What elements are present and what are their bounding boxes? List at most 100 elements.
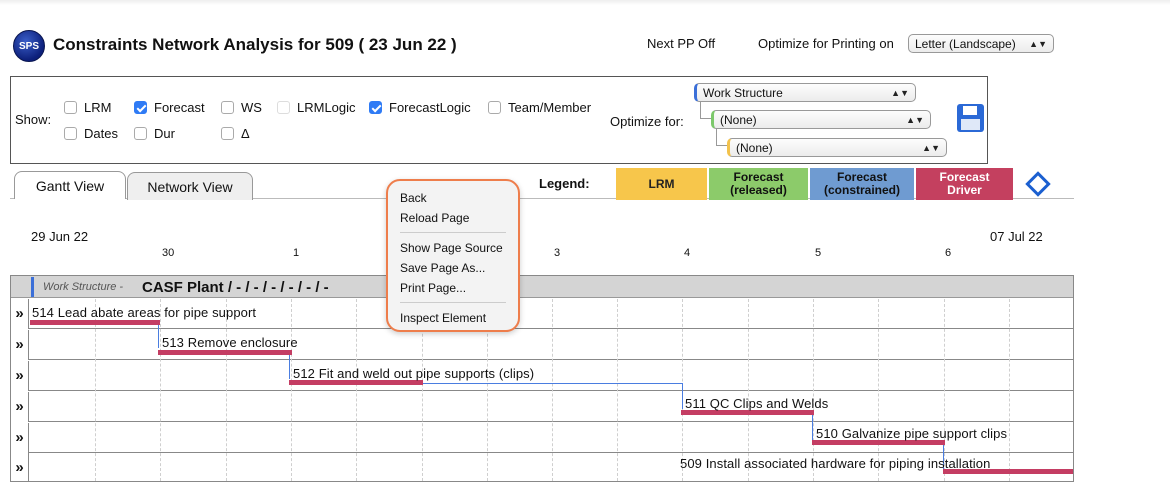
checkbox-icon <box>221 127 234 140</box>
checkbox-checked-icon <box>369 101 382 114</box>
task-row: » <box>11 361 1073 391</box>
dependency-link <box>420 383 682 384</box>
select-arrows-icon: ▲▼ <box>922 142 940 153</box>
expand-icon[interactable]: » <box>11 392 29 422</box>
checkbox-label: Dates <box>84 126 118 141</box>
timeline-start-date: 29 Jun 22 <box>31 229 89 244</box>
next-pp-toggle[interactable]: Next PP Off <box>647 36 715 51</box>
select-arrows-icon: ▲▼ <box>906 114 924 125</box>
task-label: 510 Galvanize pipe support clips <box>816 426 1008 441</box>
checkbox-label: Forecast <box>154 100 205 115</box>
checkbox-label: ForecastLogic <box>389 100 471 115</box>
gridline <box>95 299 96 481</box>
task-bar[interactable] <box>30 320 160 325</box>
dependency-link <box>812 414 813 440</box>
gridline <box>1009 299 1010 481</box>
checkbox-icon <box>134 127 147 140</box>
gridline <box>226 299 227 481</box>
gridline <box>552 299 553 481</box>
checkbox-icon <box>277 101 290 114</box>
day-label: 1 <box>293 247 300 259</box>
task-label: 511 QC Clips and Welds <box>685 396 829 411</box>
gridline <box>291 299 292 481</box>
menu-separator <box>400 232 506 233</box>
expand-icon[interactable]: » <box>11 330 29 360</box>
checkbox-icon <box>64 101 77 114</box>
checkbox-icon <box>221 101 234 114</box>
legend-lrm: LRM <box>616 168 707 200</box>
dependency-link <box>289 355 290 379</box>
gridline <box>748 299 749 481</box>
select-value: Work Structure <box>703 85 783 100</box>
show-forecastlogic-checkbox[interactable]: ForecastLogic <box>369 100 471 115</box>
show-label: Show: <box>15 112 52 127</box>
legend-forecast-driver: Forecast Driver <box>916 168 1013 200</box>
menu-item-print[interactable]: Print Page... <box>388 278 518 298</box>
expand-icon[interactable]: » <box>11 361 29 391</box>
show-lrm-checkbox[interactable]: LRM <box>64 100 111 115</box>
show-ws-checkbox[interactable]: WS <box>221 100 262 115</box>
checkbox-label: Team/Member <box>508 100 592 115</box>
context-menu: Back Reload Page Show Page Source Save P… <box>386 179 520 332</box>
task-label: 514 Lead abate areas for pipe support <box>32 305 257 320</box>
timeline-end-date: 07 Jul 22 <box>990 229 1043 244</box>
optimize-select-secondary[interactable]: (None) ▲▼ <box>711 110 931 129</box>
menu-item-save-page[interactable]: Save Page As... <box>388 258 518 278</box>
page-title: Constraints Network Analysis for 509 ( 2… <box>53 35 457 54</box>
optimize-printing-label: Optimize for Printing on <box>758 36 894 51</box>
show-dates-checkbox[interactable]: Dates <box>64 126 118 141</box>
tab-network-view[interactable]: Network View <box>127 172 253 200</box>
checkbox-icon <box>488 101 501 114</box>
gridline <box>813 299 814 481</box>
task-bar[interactable] <box>158 350 292 355</box>
select-value: (None) <box>720 112 757 127</box>
expand-icon[interactable]: » <box>11 299 29 329</box>
legend-label: Legend: <box>539 176 590 191</box>
print-layout-value: Letter (Landscape) <box>915 36 1016 51</box>
task-label: 512 Fit and weld out pipe supports (clip… <box>293 366 535 381</box>
menu-item-view-source[interactable]: Show Page Source <box>388 238 518 258</box>
gridline <box>356 299 357 481</box>
menu-item-inspect[interactable]: Inspect Element <box>388 308 518 328</box>
show-delta-checkbox[interactable]: Δ <box>221 126 250 141</box>
dependency-link <box>158 324 159 348</box>
task-label: 513 Remove enclosure <box>162 335 298 350</box>
checkbox-label: LRMLogic <box>297 100 356 115</box>
gridline <box>944 299 945 481</box>
show-team-member-checkbox[interactable]: Team/Member <box>488 100 591 115</box>
task-row: » <box>11 392 1073 422</box>
window-top-edge <box>0 0 1170 5</box>
day-label: 5 <box>815 247 822 259</box>
day-label: 6 <box>945 247 952 259</box>
group-name: CASF Plant / - / - / - / - / - / - <box>142 279 329 296</box>
milestone-diamond-icon <box>1025 171 1051 197</box>
gridline <box>160 299 161 481</box>
expand-icon[interactable]: » <box>11 453 29 481</box>
tab-gantt-view[interactable]: Gantt View <box>14 171 126 199</box>
print-layout-select[interactable]: Letter (Landscape) ▲▼ <box>908 34 1054 53</box>
legend-forecast-released: Forecast (released) <box>709 168 808 200</box>
select-arrows-icon: ▲▼ <box>1029 38 1047 49</box>
show-dur-checkbox[interactable]: Dur <box>134 126 175 141</box>
optimize-select-primary[interactable]: Work Structure ▲▼ <box>694 83 916 102</box>
select-arrows-icon: ▲▼ <box>891 87 909 98</box>
legend-forecast-constrained: Forecast (constrained) <box>810 168 914 200</box>
dependency-link <box>682 383 683 409</box>
show-forecast-checkbox[interactable]: Forecast <box>134 100 205 115</box>
expand-icon[interactable]: » <box>11 423 29 453</box>
menu-item-reload[interactable]: Reload Page <box>388 208 518 228</box>
checkbox-checked-icon <box>134 101 147 114</box>
show-lrmlogic-checkbox[interactable]: LRMLogic <box>277 100 356 115</box>
task-label: 509 Install associated hardware for pipi… <box>680 456 991 471</box>
select-value: (None) <box>736 140 773 155</box>
group-accent-bar <box>31 277 34 297</box>
sps-logo: SPS <box>13 30 45 62</box>
gridline <box>617 299 618 481</box>
checkbox-label: Dur <box>154 126 175 141</box>
checkbox-icon <box>64 127 77 140</box>
optimize-select-tertiary[interactable]: (None) ▲▼ <box>727 138 947 157</box>
menu-item-back[interactable]: Back <box>388 188 518 208</box>
day-label: 4 <box>684 247 691 259</box>
save-icon[interactable] <box>957 104 984 132</box>
checkbox-label: Δ <box>241 126 250 141</box>
